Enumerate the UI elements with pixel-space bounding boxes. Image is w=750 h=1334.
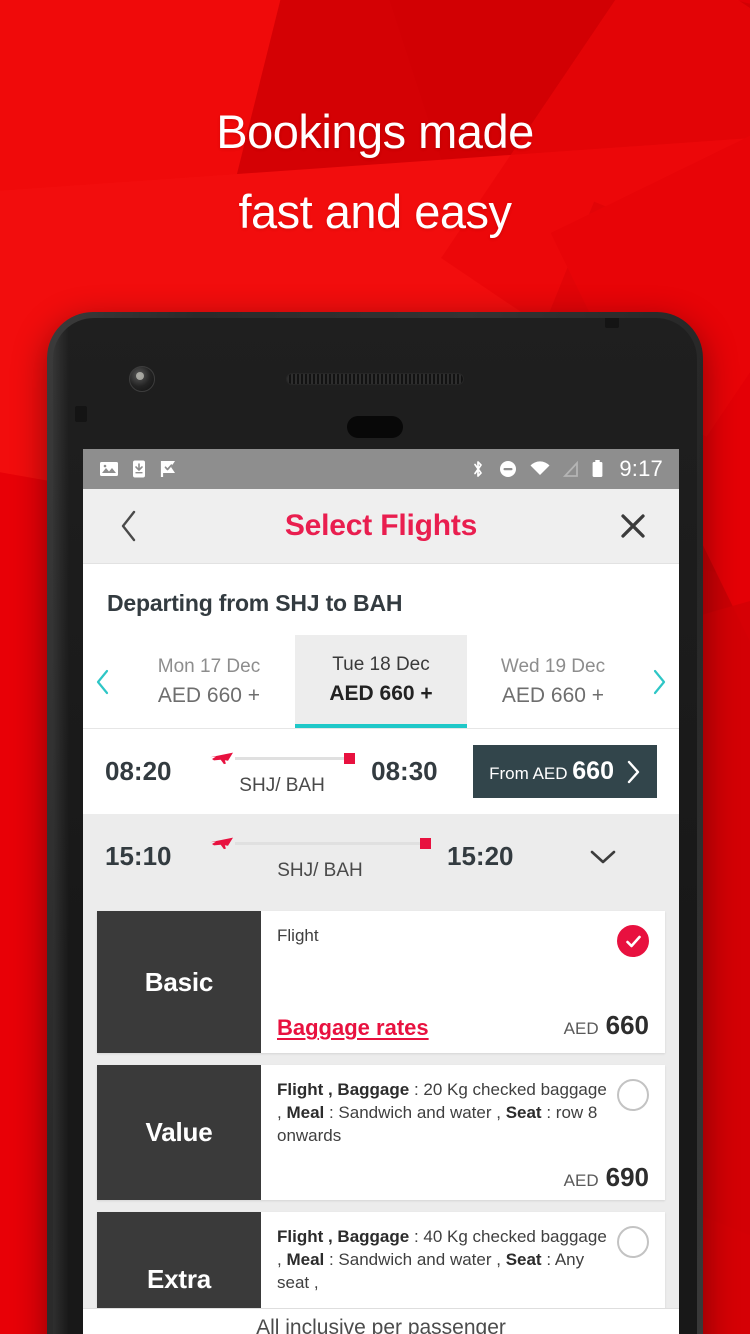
image-icon xyxy=(99,459,119,479)
flag-check-icon xyxy=(159,459,179,479)
do-not-disturb-icon xyxy=(498,459,518,479)
phone-mockup: 9:17 Select Flights Departing from SHJ t… xyxy=(47,312,703,1334)
date-tab-2[interactable]: Wed 19 Dec AED 660 + xyxy=(467,635,639,728)
fare-description: Flight xyxy=(277,926,319,945)
fare-price: AED 690 xyxy=(564,1162,649,1193)
fare-radio[interactable] xyxy=(617,1226,649,1258)
fare-amount: 660 xyxy=(605,1010,649,1040)
fare-card-basic[interactable]: Basic Flight Baggage rates AED 660 xyxy=(97,911,665,1053)
status-bar-right: 9:17 xyxy=(469,456,663,482)
flight-depart-time: 08:20 xyxy=(105,756,172,786)
earpiece-speaker xyxy=(286,373,464,385)
check-icon xyxy=(625,935,641,947)
date-tab-price: AED 660 + xyxy=(501,683,605,707)
status-bar-left xyxy=(99,459,179,479)
download-icon xyxy=(129,459,149,479)
phone-screen: 9:17 Select Flights Departing from SHJ t… xyxy=(83,449,679,1334)
flight-route-code: SHJ/ BAH xyxy=(239,775,325,796)
chevron-left-icon xyxy=(121,510,136,542)
chevron-left-icon xyxy=(96,669,109,694)
chevron-right-icon xyxy=(653,669,666,694)
flight-route-code: SHJ/ BAH xyxy=(277,860,363,881)
date-tab-price: AED 660 + xyxy=(329,681,433,705)
flight-price-button[interactable]: From AED 660 xyxy=(473,745,657,798)
bluetooth-icon xyxy=(469,459,487,479)
proximity-sensor xyxy=(347,416,403,438)
fare-details: Flight , Baggage : 20 Kg checked baggage… xyxy=(261,1065,665,1200)
fare-name: Value xyxy=(97,1065,261,1200)
flight-route-graphic: SHJ/ BAH xyxy=(203,746,361,797)
fare-price: AED 660 xyxy=(564,1010,649,1041)
flight-row[interactable]: 15:10 SHJ/ BAH 15:20 xyxy=(83,815,679,899)
airplane-icon xyxy=(209,746,235,771)
bezel-antenna-notch xyxy=(605,318,619,328)
back-button[interactable] xyxy=(107,509,151,543)
fare-radio-selected[interactable] xyxy=(617,925,649,957)
price-button-label: From AED xyxy=(489,764,568,783)
status-bar: 9:17 xyxy=(83,449,679,489)
fare-currency: AED xyxy=(563,1170,599,1190)
date-tab-price: AED 660 + xyxy=(157,683,261,707)
status-bar-clock: 9:17 xyxy=(619,456,663,481)
close-button[interactable] xyxy=(611,511,655,541)
battery-icon xyxy=(591,459,604,479)
fare-name: Basic xyxy=(97,911,261,1053)
headline-line-1: Bookings made xyxy=(216,105,534,158)
fare-details: Flight Baggage rates AED 660 xyxy=(261,911,665,1053)
flight-row[interactable]: 08:20 SHJ/ BAH 08:30 From AED 660 xyxy=(83,729,679,815)
date-tab-day: Mon 17 Dec xyxy=(157,655,261,677)
flight-depart-time: 15:10 xyxy=(105,841,172,871)
flight-collapse-button[interactable] xyxy=(549,847,657,867)
close-icon xyxy=(621,514,645,538)
fare-radio[interactable] xyxy=(617,1079,649,1111)
flight-track-line xyxy=(235,757,345,760)
fare-description: Flight , Baggage : 20 Kg checked baggage… xyxy=(277,1080,607,1145)
route-heading: Departing from SHJ to BAH xyxy=(107,590,403,616)
date-tab-day: Wed 19 Dec xyxy=(500,655,606,677)
headline-line-2: fast and easy xyxy=(238,185,512,238)
bezel-highlight xyxy=(53,318,69,1334)
bezel-antenna-notch xyxy=(75,406,87,422)
flight-arrive-time: 08:30 xyxy=(371,756,438,786)
fare-card-value[interactable]: Value Flight , Baggage : 20 Kg checked b… xyxy=(97,1065,665,1200)
price-button-amount: 660 xyxy=(572,757,614,785)
phone-bezel: 9:17 Select Flights Departing from SHJ t… xyxy=(53,318,697,1334)
flight-arrival-marker xyxy=(420,838,431,849)
flight-track-line xyxy=(235,842,420,845)
app-bar: Select Flights xyxy=(83,489,679,564)
wifi-icon xyxy=(529,459,551,479)
promo-headline: Bookings made fast and easy xyxy=(0,92,750,252)
flight-arrive-time: 15:20 xyxy=(447,841,514,871)
date-tab-0[interactable]: Mon 17 Dec AED 660 + xyxy=(123,635,295,728)
date-tab-day: Tue 18 Dec xyxy=(332,653,430,675)
total-bar: All inclusive per passenger Total: AED 6… xyxy=(83,1308,679,1334)
date-tab-1[interactable]: Tue 18 Dec AED 660 + xyxy=(295,635,467,728)
next-date-button[interactable] xyxy=(639,635,679,728)
flight-arrival-marker xyxy=(344,753,356,764)
fare-options-list: Basic Flight Baggage rates AED 660 Value… xyxy=(83,899,679,1334)
prev-date-button[interactable] xyxy=(83,635,123,728)
date-selector: Mon 17 Dec AED 660 + Tue 18 Dec AED 660 … xyxy=(83,635,679,729)
front-camera-icon xyxy=(129,366,155,392)
chevron-down-icon xyxy=(590,850,616,863)
fare-description: Flight , Baggage : 40 Kg checked baggage… xyxy=(277,1227,607,1292)
airplane-icon xyxy=(209,831,235,856)
signal-icon xyxy=(562,459,580,479)
page-title: Select Flights xyxy=(284,509,478,542)
flight-route-graphic: SHJ/ BAH xyxy=(203,831,437,882)
chevron-right-icon xyxy=(627,760,640,783)
baggage-rates-link[interactable]: Baggage rates xyxy=(277,1015,429,1041)
fare-amount: 690 xyxy=(605,1161,649,1192)
total-subtitle: All inclusive per passenger xyxy=(256,1316,506,1334)
fare-currency: AED xyxy=(563,1019,599,1038)
